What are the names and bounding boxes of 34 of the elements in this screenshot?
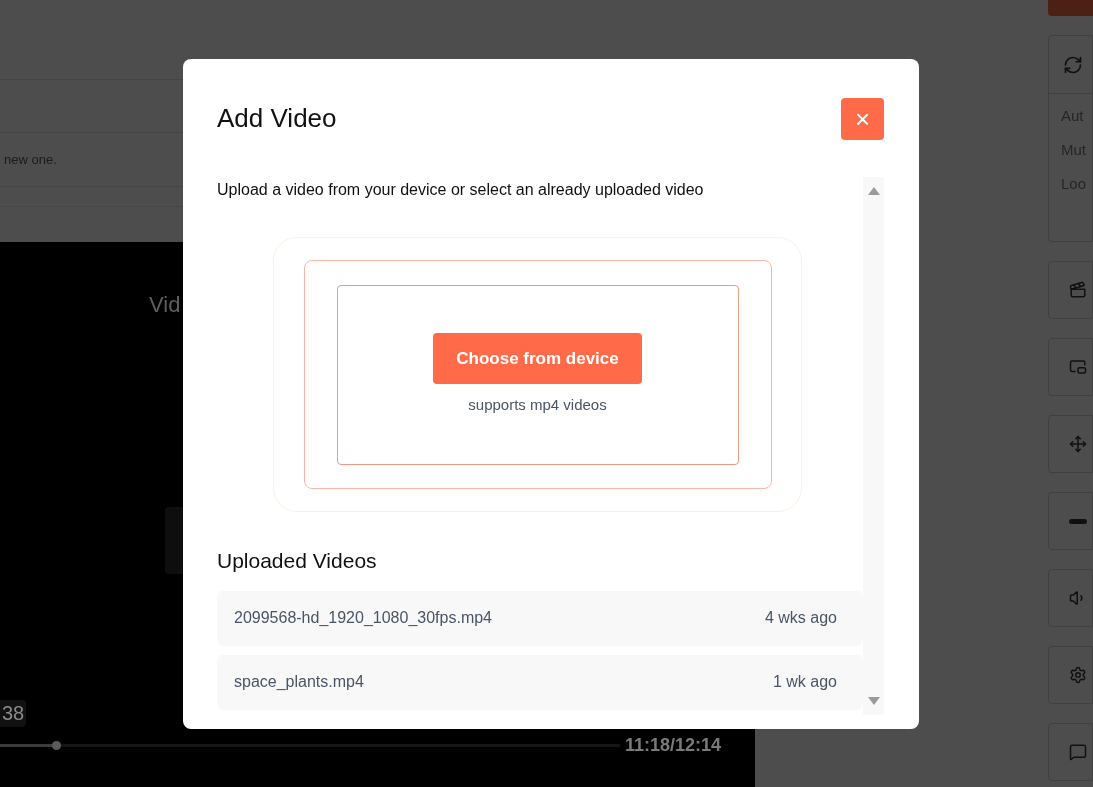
tool-card[interactable] <box>1048 415 1093 473</box>
picture-in-picture-icon <box>1069 358 1087 376</box>
video-age: 4 wks ago <box>764 608 837 628</box>
four-arrows-icon <box>1069 435 1087 453</box>
dropzone[interactable]: Choose from device supports mp4 videos <box>336 284 739 465</box>
video-row[interactable]: space_plants.mp4 1 wk ago <box>217 654 863 710</box>
tool-card[interactable] <box>1048 723 1093 781</box>
scrollbar[interactable] <box>863 177 884 715</box>
time-readout: 11:18/12:14 <box>625 733 722 757</box>
close-button[interactable]: × <box>841 97 884 140</box>
video-name: space_plants.mp4 <box>234 672 364 692</box>
dialog-description: Upload a video from your device or select an already uploaded video <box>217 180 705 200</box>
scroll-up-icon[interactable] <box>867 187 880 195</box>
gear-icon <box>1069 666 1087 684</box>
tool-card[interactable] <box>1048 261 1093 319</box>
tool-card[interactable] <box>1048 492 1093 550</box>
scroll-down-icon[interactable] <box>867 697 880 705</box>
chat-icon <box>1069 743 1087 761</box>
upload-hint: supports mp4 videos <box>468 394 607 415</box>
tool-card[interactable] <box>1048 338 1093 396</box>
replay-icon[interactable] <box>1063 54 1083 75</box>
time-badge: 38 <box>0 700 27 727</box>
video-age: 1 wk ago <box>772 672 837 692</box>
uploaded-videos-heading: Uploaded Videos <box>217 548 378 574</box>
bar-icon <box>1069 518 1087 524</box>
video-name: 2099568-hd_1920_1080_30fps.mp4 <box>234 608 492 628</box>
tool-card[interactable] <box>1048 646 1093 704</box>
choose-from-device-button[interactable]: Choose from device <box>433 332 642 384</box>
video-row[interactable]: 2099568-hd_1920_1080_30fps.mp4 4 wks ago <box>217 590 863 646</box>
tool-card[interactable] <box>1048 569 1093 627</box>
progress-thumb[interactable] <box>51 740 61 750</box>
dialog-title: Add Video <box>217 102 337 135</box>
clapperboard-icon <box>1069 281 1087 299</box>
player-title: Vid <box>149 292 181 317</box>
